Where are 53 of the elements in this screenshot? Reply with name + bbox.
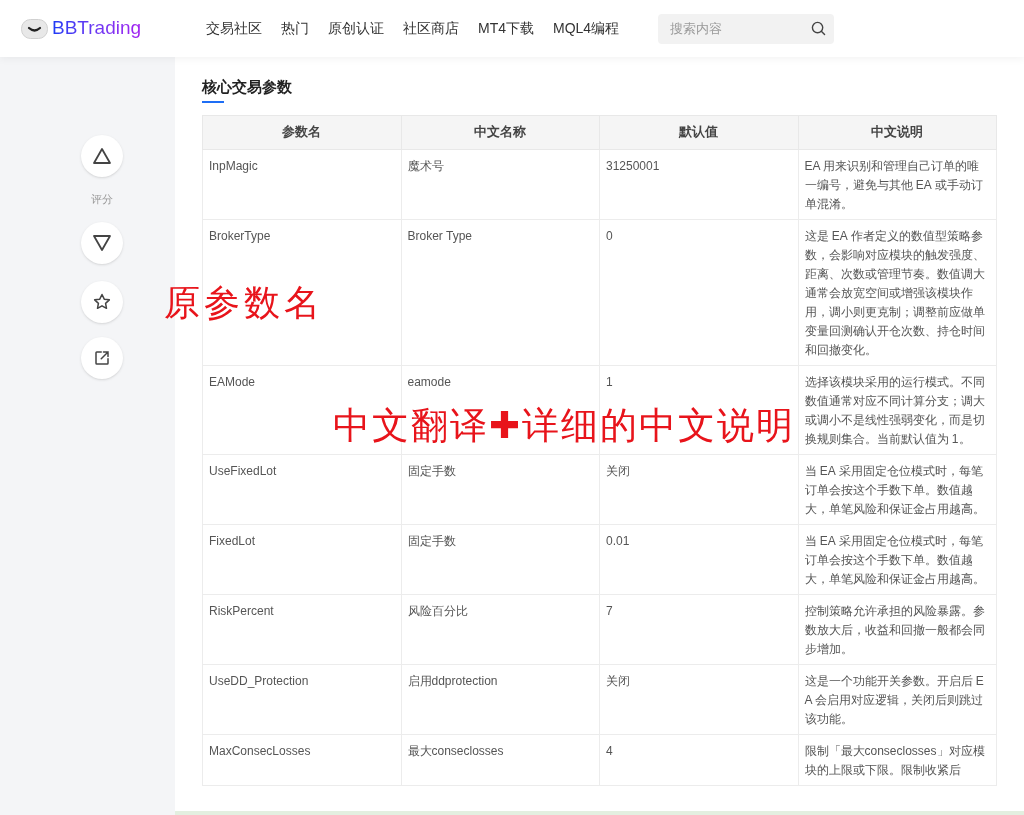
column-header: 中文说明	[798, 115, 997, 150]
triangle-down-icon	[91, 233, 112, 252]
table-cell: 这是一个功能开关参数。开启后 EA 会启用对应逻辑，关闭后则跳过该功能。	[798, 664, 997, 735]
column-header: 中文名称	[401, 115, 600, 150]
nav-link[interactable]: 原创认证	[328, 18, 384, 39]
table-cell: 7	[599, 594, 798, 665]
table-cell: 0	[599, 219, 798, 366]
logo-icon	[21, 18, 48, 39]
table-cell: 这是 EA 作者定义的数值型策略参数，会影响对应模块的触发强度、距离、次数或管理节奏。数值调大通常会放宽空间或增强该模块作用，调小则更克制；调整前应做单变量回测确认开仓次数、持仓时间和回撤变化。	[798, 219, 997, 366]
table-cell: Broker Type	[401, 219, 600, 366]
table-cell: 0.01	[599, 524, 798, 595]
table-cell: UseFixedLot	[202, 454, 401, 525]
upvote-button[interactable]	[80, 135, 123, 177]
downvote-button[interactable]	[80, 221, 123, 264]
nav-link[interactable]: MT4下载	[478, 18, 534, 39]
table-cell: 关闭	[599, 454, 798, 525]
table-cell: 选择该模块采用的运行模式。不同数值通常对应不同计算分支；调大或调小不是线性强弱变化，而是切换规则集合。当前默认值为 1。	[798, 365, 997, 455]
column-header: 默认值	[599, 115, 798, 150]
table-cell: 最大conseclosses	[401, 734, 600, 786]
table-cell: EA 用来识别和管理自己订单的唯一编号，避免与其他 EA 或手动订单混淆。	[798, 149, 997, 220]
table-cell: RiskPercent	[202, 594, 401, 665]
table-cell: 魔术号	[401, 149, 600, 220]
nav-link[interactable]: 热门	[281, 18, 309, 39]
table-cell: 当 EA 采用固定仓位模式时，每笔订单会按这个手数下单。数值越大，单笔风险和保证金占用越高。	[798, 524, 997, 595]
search-field[interactable]: 搜索内容	[658, 13, 835, 44]
table-cell: 关闭	[599, 664, 798, 735]
table-cell: 31250001	[599, 149, 798, 220]
rating-label: 评分	[90, 192, 113, 207]
table-cell: 固定手数	[401, 454, 600, 525]
section-title: 核心交易参数	[202, 77, 292, 97]
share-button[interactable]	[80, 336, 123, 379]
table-cell: UseDD_Protection	[202, 664, 401, 735]
table-cell: 控制策略允许承担的风险暴露。参数放大后，收益和回撤一般都会同步增加。	[798, 594, 997, 665]
star-icon	[91, 291, 112, 312]
nav-link[interactable]: 社区商店	[403, 18, 459, 39]
triangle-up-icon	[91, 147, 112, 165]
search-icon[interactable]	[811, 20, 827, 36]
nav-link[interactable]: 交易社区	[206, 18, 262, 39]
table-cell: InpMagic	[202, 149, 401, 220]
table-cell: MaxConsecLosses	[202, 734, 401, 786]
table-cell: 4	[599, 734, 798, 786]
table-cell: 限制「最大conseclosses」对应模块的上限或下限。限制收紧后	[798, 734, 997, 786]
share-icon	[92, 348, 111, 367]
column-header: 参数名	[202, 115, 401, 150]
table-cell: 当 EA 采用固定仓位模式时，每笔订单会按这个手数下单。数值越大，单笔风险和保证金占用越高。	[798, 454, 997, 525]
nav-link[interactable]: MQL4编程	[553, 18, 620, 39]
table-cell: 风险百分比	[401, 594, 600, 665]
favorite-button[interactable]	[80, 280, 123, 323]
table-cell: 启用ddprotection	[401, 664, 600, 735]
table-cell: 固定手数	[401, 524, 600, 595]
table-cell: FixedLot	[202, 524, 401, 595]
annotation-text: 中文翻译✚详细的中文说明	[333, 403, 795, 449]
annotation-text: 原参数名	[164, 281, 324, 325]
